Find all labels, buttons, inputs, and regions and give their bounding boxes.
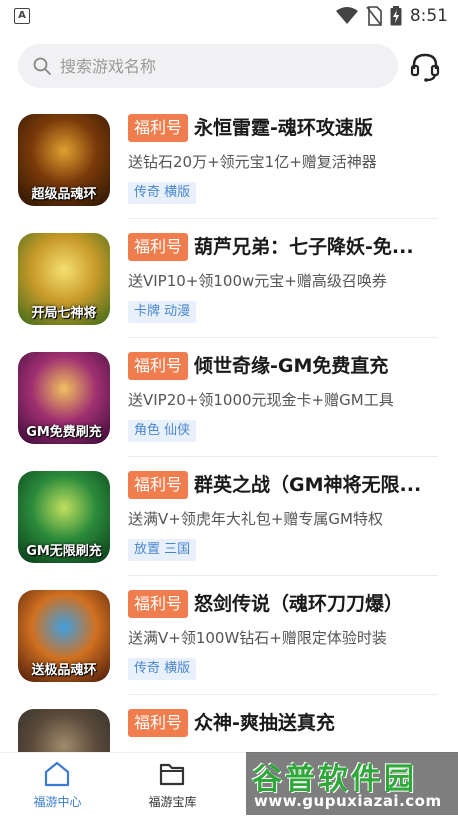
welfare-tag: 福利号: [128, 590, 189, 618]
game-description: 送满V+领虎年大礼包+赠专属GM特权: [128, 510, 383, 528]
clock: 8:51: [409, 6, 448, 26]
wifi-icon: [335, 7, 358, 24]
game-title: 群英之战（GM神将无限...: [194, 474, 422, 496]
status-icons: 8:51: [335, 6, 448, 26]
search-input[interactable]: [60, 56, 360, 76]
watermark-url: www.gupuxiazai.com: [254, 792, 442, 810]
welfare-tag: 福利号: [128, 709, 189, 737]
tab-label: 福游中心: [33, 795, 82, 809]
game-title: 永恒雷霆-魂环攻速版: [194, 117, 373, 139]
welfare-tag: 福利号: [128, 352, 189, 380]
welfare-tag: 福利号: [128, 233, 189, 261]
category-badge: 放置 三国: [128, 539, 197, 561]
folder-icon: [159, 763, 185, 786]
game-title: 怒剑传说（魂环刀刀爆）: [194, 593, 404, 615]
game-icon: GM无限刷充: [18, 471, 110, 563]
game-list-item[interactable]: 送极品魂环 福利号 怒剑传说（魂环刀刀爆） 送满V+领100W钻石+赠限定体验时装传奇…: [0, 576, 458, 695]
game-icon-caption: 超级品魂环: [31, 187, 97, 202]
game-icon-caption: GM免费刷充: [26, 425, 102, 440]
game-description: 送VIP10+领100w元宝+赠高级召唤券: [128, 272, 387, 290]
game-list: 超级品魂环 福利号 永恒雷霆-魂环攻速版 送钻石20万+领元宝1亿+赠复活神器 传奇 横…: [0, 100, 458, 814]
category-badge: 卡牌 动漫: [128, 301, 197, 323]
game-icon-caption: GM无限刷充: [26, 544, 102, 559]
tab-label: 福游宝库: [148, 795, 197, 809]
game-icon: GM免费刷充: [18, 352, 110, 444]
tab-welfare-center[interactable]: 福游中心: [0, 753, 115, 816]
tab-welfare-treasury[interactable]: 福游宝库: [115, 753, 230, 816]
search-bar[interactable]: [18, 44, 398, 88]
battery-charging-icon: [390, 6, 402, 26]
notification-icon: A: [14, 8, 30, 24]
game-description: 送钻石20万+领元宝1亿+赠复活神器: [128, 153, 377, 171]
search-icon: [33, 57, 51, 75]
game-description: 送满V+领100W钻石+赠限定体验时装: [128, 629, 387, 647]
game-list-item[interactable]: GM无限刷充 福利号 群英之战（GM神将无限... 送满V+领虎年大礼包+赠专属GM特…: [0, 457, 458, 576]
welfare-tag: 福利号: [128, 471, 189, 499]
category-badge: 传奇 横版: [128, 182, 197, 204]
category-badge: 角色 仙侠: [128, 420, 197, 442]
game-icon: 开局七神将: [18, 233, 110, 325]
game-list-item[interactable]: GM免费刷充 福利号 倾世奇缘-GM免费直充送VIP20+领1000元现金卡+赠GM…: [0, 338, 458, 457]
game-icon-caption: 开局七神将: [31, 306, 97, 321]
category-badge: 传奇 横版: [128, 658, 197, 680]
headset-icon[interactable]: [408, 50, 442, 84]
game-list-item[interactable]: 开局七神将 福利号 葫芦兄弟：七子降妖-免... 送VIP10+领100w元宝+赠高级…: [0, 219, 458, 338]
search-row: [0, 38, 458, 96]
game-icon: 送极品魂环: [18, 590, 110, 682]
welfare-tag: 福利号: [128, 114, 189, 142]
game-icon: 超级品魂环: [18, 114, 110, 206]
game-icon-caption: 送极品魂环: [31, 663, 97, 678]
watermark: 谷普软件园 www.gupuxiazai.com: [246, 752, 458, 815]
status-bar: A 8:51: [0, 0, 458, 32]
game-description: 送VIP20+领1000元现金卡+赠GM工具: [128, 391, 394, 409]
game-title: 葫芦兄弟：七子降妖-免...: [194, 236, 414, 258]
no-sim-icon: [366, 6, 382, 26]
game-title: 众神-爽抽送真充: [194, 712, 335, 734]
home-icon: [44, 761, 70, 787]
game-list-item[interactable]: 超级品魂环 福利号 永恒雷霆-魂环攻速版送钻石20万+领元宝1亿+赠复活神器传奇 横…: [0, 100, 458, 219]
game-title: 倾世奇缘-GM免费直充: [194, 355, 389, 377]
